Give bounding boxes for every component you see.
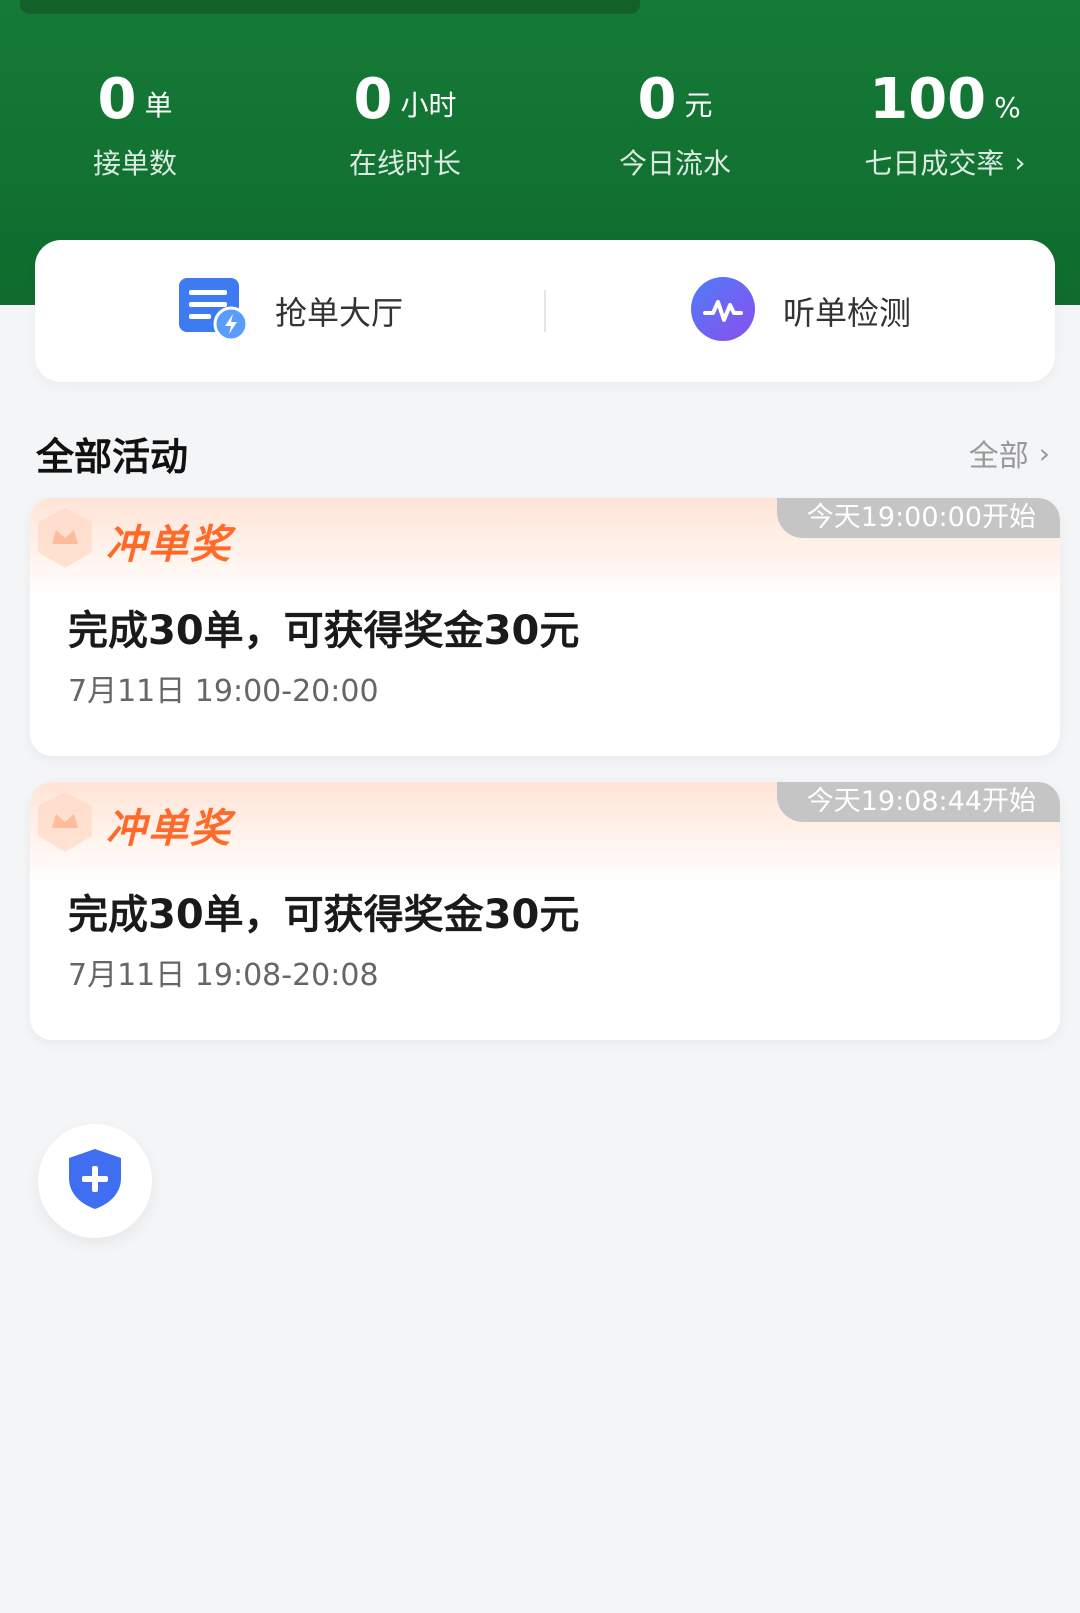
audio-check-icon xyxy=(689,275,757,347)
stat-orders[interactable]: 0 单 接单数 xyxy=(0,66,270,186)
section-title: 全部活动 xyxy=(36,434,189,479)
badge-emblem-icon xyxy=(30,788,100,858)
stat-label: 七日成交率 xyxy=(864,147,1005,180)
activity-title: 完成30单，可获得奖金30元 xyxy=(68,608,580,654)
stat-unit: 元 xyxy=(684,89,713,122)
stat-unit: % xyxy=(994,91,1021,124)
activity-type: 冲单奖 xyxy=(106,806,232,852)
stat-value: 0 xyxy=(353,67,393,132)
shield-plus-icon xyxy=(64,1146,126,1216)
order-hall-icon xyxy=(177,276,249,346)
activity-type: 冲单奖 xyxy=(106,522,232,568)
stat-label: 在线时长 xyxy=(348,147,461,180)
activity-title: 完成30单，可获得奖金30元 xyxy=(68,892,580,938)
stat-label: 接单数 xyxy=(92,147,177,180)
status-bar-fragment xyxy=(20,0,640,14)
activities-section-header: 全部活动 全部 › xyxy=(36,428,1050,479)
stat-seven-day-rate[interactable]: 100 % 七日成交率 › xyxy=(810,66,1080,186)
start-time-badge: 今天19:00:00开始 xyxy=(776,498,1060,538)
chevron-right-icon: › xyxy=(1014,145,1026,179)
divider xyxy=(544,290,546,332)
chevron-right-icon: › xyxy=(1038,436,1050,470)
badge-emblem-icon xyxy=(30,504,100,574)
activity-card[interactable]: 冲单奖 今天19:08:44开始 完成30单，可获得奖金30元 7月11日 19… xyxy=(30,782,1060,1040)
activity-time: 7月11日 19:00-20:00 xyxy=(68,674,379,709)
stat-online-hours[interactable]: 0 小时 在线时长 xyxy=(270,66,540,186)
audio-check-button[interactable]: 听单检测 xyxy=(545,240,1055,382)
stat-value: 100 xyxy=(869,67,987,132)
stat-label: 今日流水 xyxy=(618,147,731,180)
stats-row: 0 单 接单数 0 小时 在线时长 0 元 今日流水 100 % 七日成交率 › xyxy=(0,66,1080,186)
quick-actions-card: 抢单大厅 听单检测 xyxy=(35,240,1055,382)
view-all-link[interactable]: 全部 › xyxy=(969,431,1050,475)
activity-card[interactable]: 冲单奖 今天19:00:00开始 完成30单，可获得奖金30元 7月11日 19… xyxy=(30,498,1060,756)
quick-action-label: 听单检测 xyxy=(782,294,911,332)
stat-unit: 单 xyxy=(144,89,173,122)
quick-action-label: 抢单大厅 xyxy=(274,294,403,332)
view-all-label: 全部 xyxy=(968,439,1029,474)
activity-time: 7月11日 19:08-20:08 xyxy=(68,958,379,993)
stat-value: 0 xyxy=(637,67,677,132)
start-time-badge: 今天19:08:44开始 xyxy=(776,782,1060,822)
stat-unit: 小时 xyxy=(400,89,457,122)
order-hall-button[interactable]: 抢单大厅 xyxy=(35,240,545,382)
safety-shield-button[interactable] xyxy=(38,1124,152,1238)
stat-today-revenue[interactable]: 0 元 今日流水 xyxy=(540,66,810,186)
stat-value: 0 xyxy=(97,67,137,132)
